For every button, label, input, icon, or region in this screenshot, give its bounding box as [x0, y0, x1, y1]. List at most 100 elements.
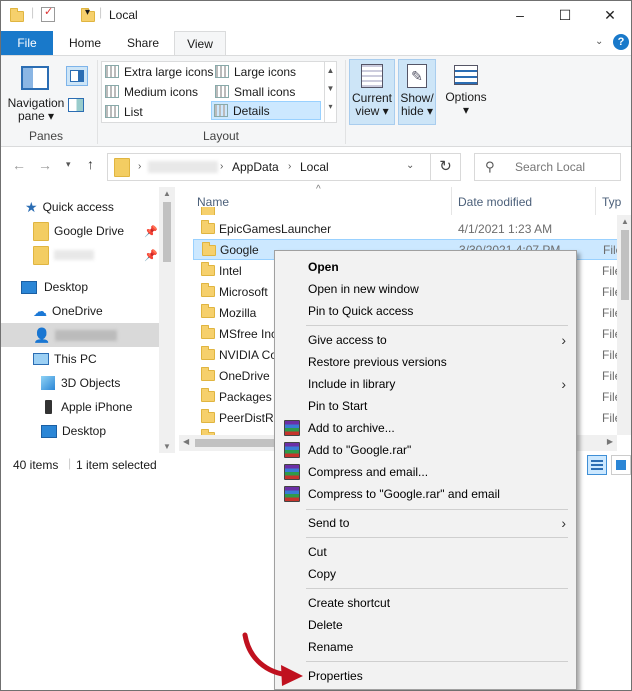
properties-quick-icon[interactable]: ✓ [41, 6, 55, 22]
menu-open[interactable]: Open [275, 256, 576, 278]
file-name: Packages [219, 389, 272, 404]
nav-desktop-pc[interactable]: Desktop [1, 419, 159, 443]
winrar-icon [284, 464, 300, 480]
nav-desktop[interactable]: Desktop [1, 275, 159, 299]
navigation-pane-icon[interactable] [21, 66, 49, 90]
partial-row-top [193, 207, 293, 215]
layout-large-icons[interactable]: Large icons [213, 62, 296, 81]
search-input[interactable]: ⚲ Search Local [474, 153, 621, 181]
collapse-ribbon-icon[interactable]: ⌄ [595, 36, 603, 47]
details-pane-icon[interactable] [68, 98, 84, 112]
nav-label: This PC [54, 352, 97, 366]
folder-icon [33, 245, 49, 265]
pin-icon[interactable]: 📌 [144, 249, 158, 262]
folder-icon [201, 283, 215, 297]
divider: | [68, 456, 72, 470]
menu-separator [306, 661, 568, 662]
show-hide-button[interactable]: ✎ Show/hide ▾ [398, 59, 436, 125]
menu-give-access-to[interactable]: Give access to › [275, 329, 576, 351]
address-dropdown-icon[interactable]: ⌄ [406, 160, 414, 171]
layout-extra-large-icons[interactable]: Extra large icons [103, 62, 213, 81]
nav-onedrive[interactable]: ☁ OneDrive [1, 299, 159, 323]
divider: | [31, 5, 35, 19]
details-view-icon[interactable] [587, 455, 607, 475]
tab-home[interactable]: Home [61, 31, 109, 55]
menu-compress-to-rar-and-email[interactable]: Compress to "Google.rar" and email [275, 483, 576, 505]
menu-rename[interactable]: Rename [275, 636, 576, 658]
navigation-pane-label-2: pane ▾ [17, 109, 55, 123]
preview-pane-icon[interactable] [66, 66, 88, 86]
folder-icon [10, 8, 24, 22]
menu-restore-previous-versions[interactable]: Restore previous versions [275, 351, 576, 373]
file-name: OneDrive [219, 368, 270, 383]
submenu-arrow-icon: › [561, 515, 566, 531]
navigation-pane-button[interactable]: Navigation pane ▾ [7, 97, 65, 123]
maximize-button[interactable]: ☐ [542, 1, 588, 29]
column-divider[interactable] [451, 187, 452, 215]
folder-icon [201, 409, 215, 423]
menu-pin-quick-access[interactable]: Pin to Quick access [275, 300, 576, 322]
list-vertical-scrollbar[interactable]: ▲ [617, 215, 631, 435]
close-button[interactable]: ✕ [587, 1, 631, 29]
selection-count: 1 item selected [76, 458, 157, 472]
back-icon[interactable]: ← [12, 157, 26, 173]
menu-add-to-archive[interactable]: Add to archive... [275, 417, 576, 439]
nav-apple-iphone[interactable]: Apple iPhone [1, 395, 159, 419]
menu-open-new-window[interactable]: Open in new window [275, 278, 576, 300]
recent-locations-icon[interactable]: ▾ [66, 159, 71, 170]
forward-icon[interactable]: → [38, 157, 52, 173]
breadcrumb-local[interactable]: Local [300, 160, 329, 174]
breadcrumb-chevron: › [220, 161, 224, 172]
file-name: Intel [219, 263, 242, 278]
list-item[interactable]: EpicGamesLauncher 4/1/2021 1:23 AM [193, 218, 631, 239]
tab-file[interactable]: File [1, 31, 53, 55]
folder-icon [201, 262, 215, 276]
menu-pin-to-start[interactable]: Pin to Start [275, 395, 576, 417]
layout-list[interactable]: List [103, 102, 143, 121]
up-icon[interactable]: ↑ [87, 156, 94, 172]
menu-include-in-library[interactable]: Include in library › [275, 373, 576, 395]
menu-create-shortcut[interactable]: Create shortcut [275, 592, 576, 614]
nav-label: Apple iPhone [61, 400, 133, 414]
menu-delete[interactable]: Delete [275, 614, 576, 636]
address-bar[interactable]: › › AppData › Local ⌄ [107, 153, 461, 181]
customize-toolbar-icon[interactable]: ▾ [85, 7, 90, 18]
tab-share[interactable]: Share [119, 31, 167, 55]
nav-user-folder[interactable]: 👤 [1, 323, 159, 347]
list-scrollbar-thumb[interactable] [621, 230, 629, 300]
menu-properties[interactable]: Properties [275, 665, 576, 687]
menu-copy[interactable]: Copy [275, 563, 576, 585]
tab-view[interactable]: View [174, 31, 226, 55]
folder-icon [201, 220, 215, 234]
menu-add-to-google-rar[interactable]: Add to "Google.rar" [275, 439, 576, 461]
menu-compress-and-email[interactable]: Compress and email... [275, 461, 576, 483]
column-divider[interactable] [595, 187, 596, 215]
pin-icon[interactable]: 📌 [144, 225, 158, 238]
options-button[interactable]: Options ▾ [441, 59, 491, 125]
nav-google-drive[interactable]: Google Drive 📌 [1, 219, 159, 243]
current-view-button[interactable]: Current view ▾ [349, 59, 395, 125]
nav-quick-access[interactable]: ★ Quick access [1, 195, 159, 219]
layout-gallery-scroll[interactable]: ▲ ▼ ▾ [324, 62, 336, 122]
nav-blurred-folder[interactable]: 📌 [1, 243, 159, 267]
layout-small-icons[interactable]: Small icons [213, 82, 295, 101]
refresh-icon[interactable]: ↻ [430, 153, 461, 181]
breadcrumb-appdata[interactable]: AppData [232, 160, 279, 174]
minimize-button[interactable]: – [497, 1, 543, 29]
menu-cut[interactable]: Cut [275, 541, 576, 563]
folder-icon [33, 221, 49, 241]
folder-icon [201, 388, 215, 402]
help-icon[interactable]: ? [613, 34, 629, 50]
column-date-modified[interactable]: Date modified [458, 195, 532, 209]
layout-medium-icons[interactable]: Medium icons [103, 82, 198, 101]
folder-icon [202, 242, 216, 256]
hscroll-thumb[interactable] [195, 439, 275, 447]
column-type[interactable]: Typ [602, 195, 621, 209]
nav-this-pc[interactable]: This PC [1, 347, 159, 371]
nav-scrollbar[interactable]: ▲ ▼ [159, 187, 175, 453]
large-icons-view-icon[interactable] [611, 455, 631, 475]
menu-send-to[interactable]: Send to › [275, 512, 576, 534]
layout-details[interactable]: Details [211, 101, 321, 120]
nav-scrollbar-thumb[interactable] [163, 202, 171, 262]
nav-3d-objects[interactable]: 3D Objects [1, 371, 159, 395]
